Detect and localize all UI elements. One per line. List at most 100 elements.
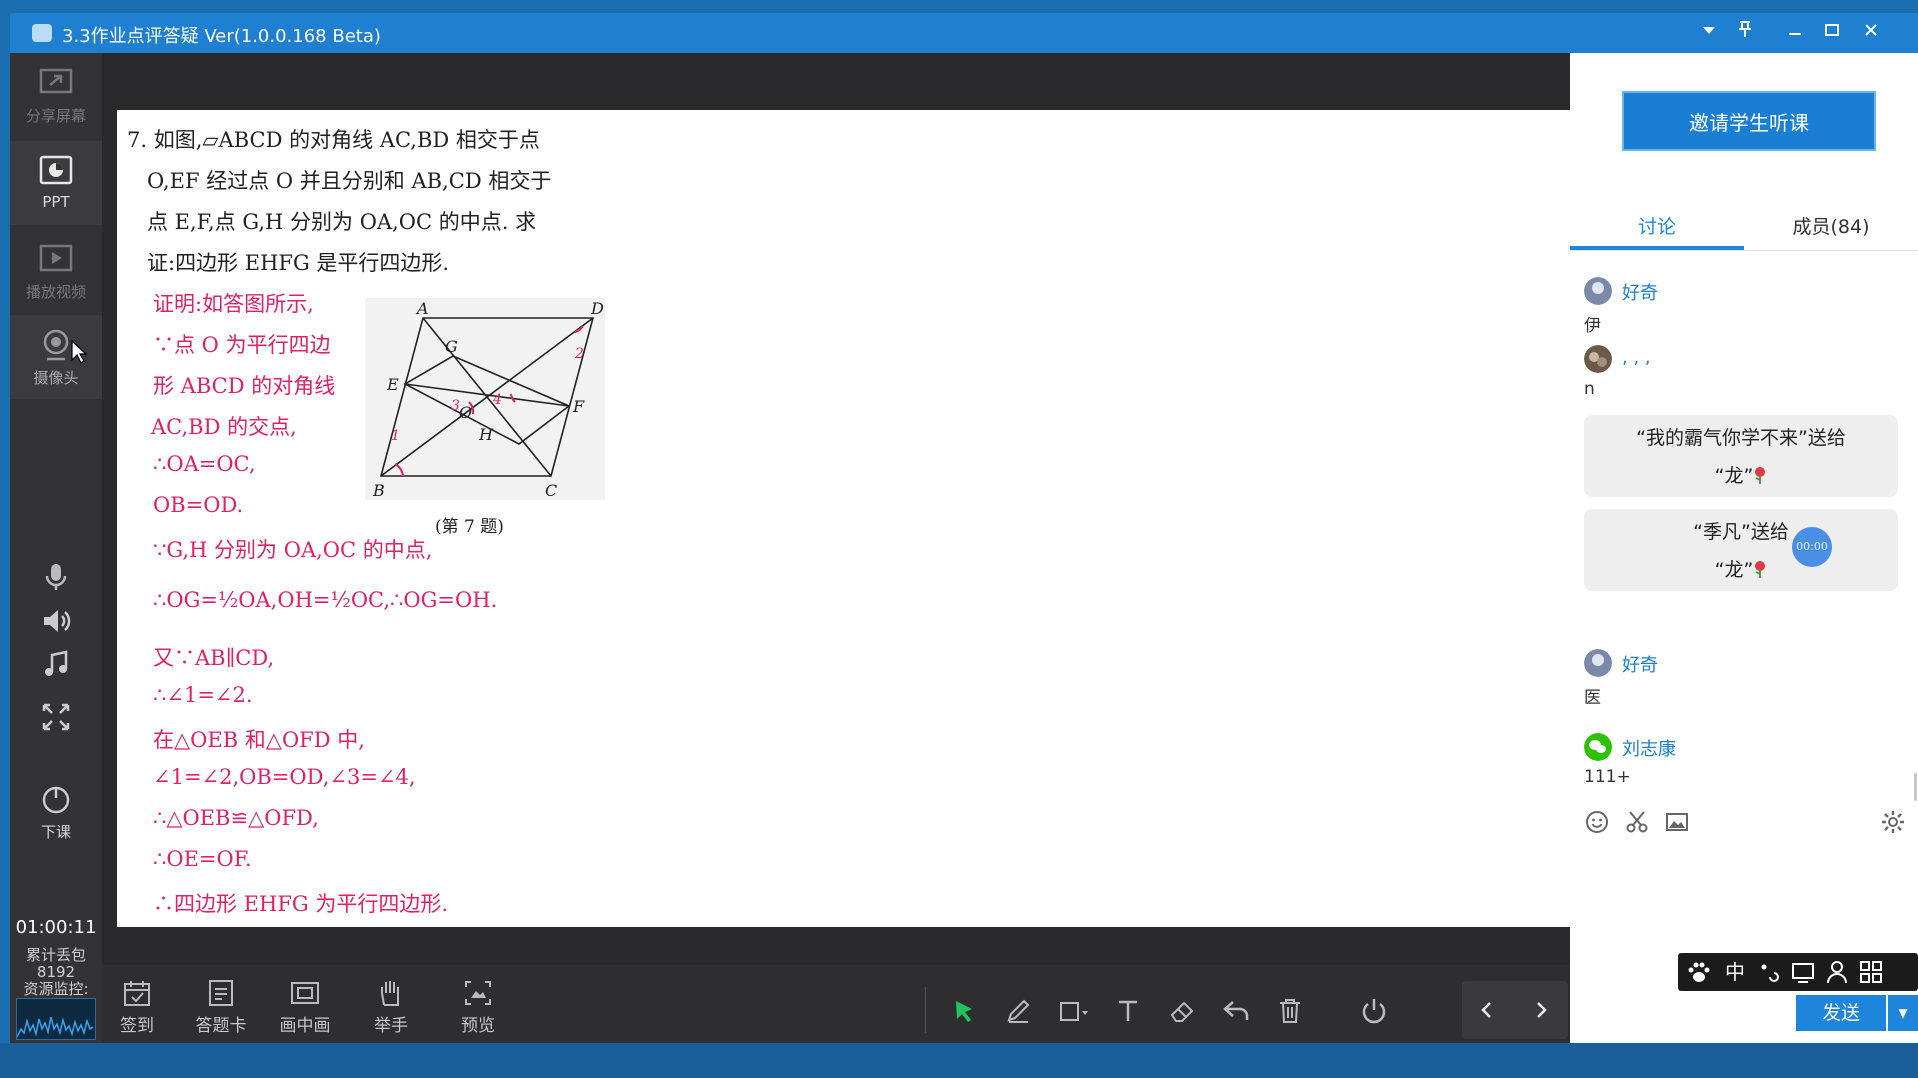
app-logo-icon: [32, 24, 52, 42]
power-icon[interactable]: [1354, 991, 1394, 1031]
question-line: 点 E,F,点 G,H 分别为 OA,OC 的中点. 求: [147, 210, 537, 234]
question-line: 7. 如图,▱ABCD 的对角线 AC,BD 相交于点: [127, 128, 540, 152]
send-options-dropdown[interactable]: ▼: [1888, 995, 1918, 1031]
close-button[interactable]: [1854, 17, 1888, 49]
raise-hand-button[interactable]: 举手: [356, 979, 426, 1036]
message-author[interactable]: 刘志康: [1622, 735, 1676, 761]
preview-button[interactable]: 预览: [443, 979, 513, 1036]
speaker-icon[interactable]: [40, 605, 72, 637]
avatar: [1584, 345, 1612, 373]
music-icon[interactable]: [40, 649, 72, 681]
end-class-label: 下课: [40, 823, 71, 841]
shape-tool-icon[interactable]: [1052, 991, 1092, 1031]
window-title: 3.3作业点评答疑 Ver(1.0.0.168 Beta): [62, 26, 381, 47]
image-icon[interactable]: [1664, 809, 1690, 835]
eraser-tool-icon[interactable]: [1162, 991, 1202, 1031]
message-text: 111+: [1584, 767, 1631, 787]
tab-discussion[interactable]: 讨论: [1570, 203, 1744, 251]
gear-icon[interactable]: [1880, 809, 1906, 835]
emoji-icon[interactable]: [1584, 809, 1610, 835]
picture-in-picture-button[interactable]: 画中画: [270, 979, 340, 1036]
rose-icon: [1755, 561, 1766, 578]
figure-label-F: F: [572, 397, 585, 416]
pin-icon[interactable]: [1728, 17, 1762, 49]
title-bar: 3.3作业点评答疑 Ver(1.0.0.168 Beta): [10, 13, 1918, 53]
timer-badge[interactable]: 00:00: [1792, 527, 1832, 567]
proof-line: ∴OG=½OA,OH=½OC,∴OG=OH.: [153, 588, 498, 612]
paw-icon[interactable]: [1684, 957, 1714, 987]
end-class-button[interactable]: 下课: [10, 769, 102, 853]
play-video-button[interactable]: 播放视频: [10, 229, 102, 313]
pen-tool-icon[interactable]: [998, 991, 1038, 1031]
message-author[interactable]: 好奇: [1622, 651, 1658, 677]
calendar-check-icon: [124, 981, 150, 1006]
figure-label-2: 2: [574, 346, 584, 362]
menu-dropdown-icon[interactable]: [1692, 17, 1726, 49]
figure-label-H: H: [478, 425, 494, 444]
proof-line: OB=OD.: [153, 493, 244, 517]
proof-line: 又∵AB∥CD,: [153, 646, 275, 670]
avatar: [1584, 277, 1612, 305]
picture-in-picture-label: 画中画: [279, 1016, 331, 1036]
send-button[interactable]: 发送: [1796, 995, 1886, 1031]
previous-page-icon[interactable]: [1472, 995, 1502, 1025]
message-text: n: [1584, 379, 1595, 399]
ime-chinese-mode[interactable]: 中: [1720, 957, 1750, 987]
question-line: O,EF 经过点 O 并且分别和 AB,CD 相交于: [147, 169, 552, 193]
share-screen-button[interactable]: 分享屏幕: [10, 53, 102, 137]
camera-button[interactable]: 摄像头: [10, 315, 102, 399]
invite-students-button[interactable]: 邀请学生听课: [1622, 91, 1876, 151]
maximize-button[interactable]: [1815, 17, 1849, 49]
next-page-icon[interactable]: [1526, 995, 1556, 1025]
figure-label-B: B: [372, 481, 385, 500]
picture-in-picture-icon: [291, 982, 319, 1004]
class-timer: 01:00:11: [15, 917, 97, 938]
play-video-icon: [39, 244, 73, 272]
question-line: 证:四边形 EHFG 是平行四边形.: [147, 251, 450, 275]
chat-scrollbar[interactable]: [1914, 773, 1917, 801]
message-author[interactable]: , , ,: [1622, 347, 1651, 368]
message-text: 伊: [1584, 316, 1601, 336]
pointer-tool-icon[interactable]: [944, 991, 984, 1031]
gift-recipient: “龙”: [1584, 555, 1898, 582]
left-rail: 分享屏幕 PPT 播放视频 摄像头 下课 01:00:11 累计丢包 8192 …: [10, 53, 102, 1043]
answer-card-button[interactable]: 答题卡: [186, 979, 256, 1036]
raise-hand-label: 举手: [374, 1016, 408, 1036]
message-author[interactable]: 好奇: [1622, 279, 1658, 305]
geometry-figure: A D B C E F G H O 1 2 3 4: [365, 298, 605, 500]
undo-icon[interactable]: [1216, 991, 1256, 1031]
proof-line: ∴△OEB≌△OFD,: [153, 806, 319, 830]
gift-message: “季凡”送给 “龙”: [1584, 509, 1898, 591]
figure-label-D: D: [590, 299, 604, 318]
gift-line: “我的霸气你学不来”送给: [1636, 427, 1846, 449]
raise-hand-icon: [381, 981, 399, 1006]
end-class-icon: [42, 786, 70, 814]
scissors-icon[interactable]: [1624, 809, 1650, 835]
preview-icon: [465, 981, 491, 1005]
angle-marks: [394, 325, 584, 477]
message-text: 医: [1584, 688, 1601, 708]
grid-menu-icon[interactable]: [1856, 957, 1886, 987]
microphone-icon[interactable]: [40, 561, 72, 593]
toolbar-divider: [925, 987, 926, 1033]
sign-in-button[interactable]: 签到: [102, 979, 172, 1036]
figure-label-3: 3: [451, 398, 460, 414]
ppt-button[interactable]: PPT: [10, 141, 102, 225]
proof-line: AC,BD 的交点,: [151, 415, 297, 439]
resource-monitor-label: 资源监控:: [23, 980, 89, 998]
soft-keyboard-icon[interactable]: [1788, 957, 1818, 987]
gift-message: “我的霸气你学不来”送给 “龙”: [1584, 415, 1898, 497]
figure-label-O: O: [459, 403, 472, 422]
minimize-button[interactable]: [1778, 17, 1812, 49]
tab-members[interactable]: 成员(84): [1744, 203, 1918, 251]
fullscreen-icon[interactable]: [40, 701, 72, 733]
user-icon[interactable]: [1822, 957, 1852, 987]
text-tool-icon[interactable]: [1108, 991, 1148, 1031]
packet-loss-label: 累计丢包: [25, 946, 86, 964]
input-method-toolbar: 中: [1678, 953, 1918, 991]
sign-in-label: 签到: [120, 1016, 154, 1036]
camera-label: 摄像头: [33, 369, 79, 387]
punctuation-icon[interactable]: [1754, 957, 1784, 987]
delete-icon[interactable]: [1270, 991, 1310, 1031]
chat-tool-bar: [1570, 801, 1918, 845]
